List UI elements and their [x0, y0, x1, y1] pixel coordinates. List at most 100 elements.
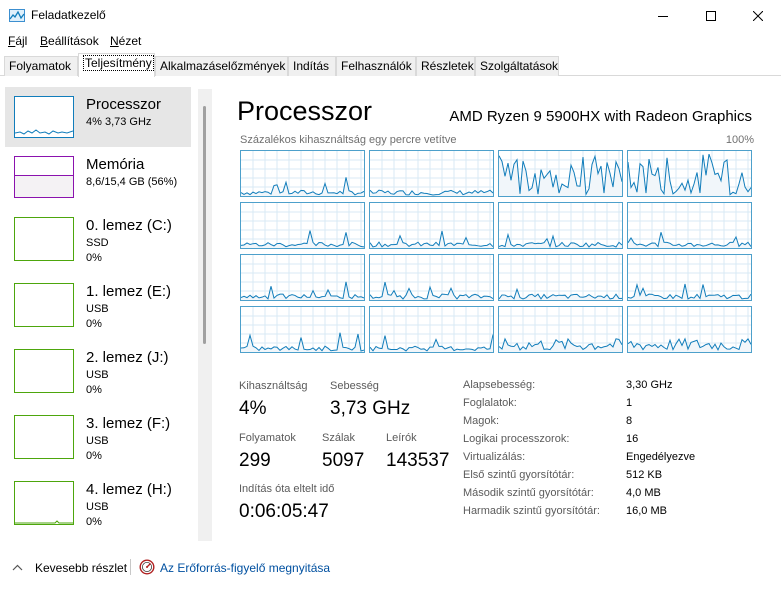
sidebar-disk0-sub2: 0%: [86, 252, 102, 264]
core-graph: [627, 306, 752, 353]
menu-view[interactable]: Nézet: [110, 34, 141, 48]
core-graph: [498, 254, 623, 301]
utilization-label: Kihasználtság: [239, 380, 308, 392]
sidebar-disk2-sub2: 0%: [86, 384, 102, 396]
spec-cores-key: Magok:: [463, 415, 500, 427]
sidebar-disk2-name: 2. lemez (J:): [86, 349, 169, 366]
menu-settings-accel: B: [40, 34, 49, 48]
sidebar-item-disk2[interactable]: 2. lemez (J:) USB 0%: [5, 349, 191, 407]
core-graph-plot: [499, 151, 622, 196]
disk2-thumbnail-graph: [14, 349, 74, 393]
sidebar-disk0-sub: SSD: [86, 237, 109, 249]
sidebar-disk3-name: 3. lemez (F:): [86, 415, 171, 432]
uptime-value: 0:06:05:47: [239, 501, 329, 522]
core-graph-plot: [628, 307, 751, 352]
fewer-details-button[interactable]: Kevesebb részlet: [35, 561, 127, 575]
tab-app-history-label: Alkalmazáselőzmények: [160, 59, 286, 73]
cpu-model-name: AMD Ryzen 9 5900HX with Radeon Graphics: [449, 108, 752, 125]
spec-l3-key: Harmadik szintű gyorsítótár:: [463, 505, 600, 517]
spec-sockets-value: 1: [626, 397, 633, 409]
spec-logical-value: 16: [626, 433, 639, 445]
core-graph-plot: [241, 307, 364, 352]
sidebar-disk2-sub: USB: [86, 369, 109, 381]
sidebar-memory-sub: 8,6/15,4 GB (56%): [86, 176, 178, 188]
open-resource-monitor-link[interactable]: Az Erőforrás-figyelő megnyitása: [160, 561, 330, 575]
core-graph-gridlines: [628, 203, 751, 248]
tab-users[interactable]: Felhasználók: [336, 56, 416, 76]
menu-file-rest: ájl: [15, 34, 28, 48]
sidebar-item-disk4[interactable]: 4. lemez (H:) USB 0%: [5, 481, 191, 537]
disk3-thumbnail-graph: [14, 415, 74, 459]
spec-l1-key: Első szintű gyorsítótár:: [463, 469, 575, 481]
core-graph-gridlines: [628, 255, 751, 300]
core-graph: [369, 202, 494, 249]
title-bar: Feladatkezelő: [0, 0, 781, 31]
processes-label: Folyamatok: [239, 432, 296, 444]
minimize-button[interactable]: [640, 0, 686, 31]
tab-users-label: Felhasználók: [341, 59, 412, 73]
tab-app-history[interactable]: Alkalmazáselőzmények: [155, 56, 288, 76]
sidebar-disk4-sub2: 0%: [86, 516, 102, 528]
sidebar-item-disk0[interactable]: 0. lemez (C:) SSD 0%: [5, 217, 191, 275]
sidebar-disk3-sub2: 0%: [86, 450, 102, 462]
sidebar-disk1-sub2: 0%: [86, 318, 102, 330]
handles-label: Leírók: [386, 432, 417, 444]
menu-bar: Fájl Beállítások Nézet: [0, 32, 781, 52]
spec-cores-value: 8: [626, 415, 633, 427]
sidebar-cpu-sub: 4% 3,73 GHz: [86, 116, 152, 128]
core-graph: [627, 150, 752, 197]
tab-startup-label: Indítás: [293, 59, 330, 73]
tab-details[interactable]: Részletek: [416, 56, 475, 76]
core-graph-plot: [241, 151, 364, 196]
sidebar-item-cpu[interactable]: Processzor 4% 3,73 GHz: [5, 87, 191, 147]
core-graph-plot: [628, 255, 751, 300]
sidebar-disk3-sub: USB: [86, 435, 109, 447]
disk1-thumbnail-graph: [14, 283, 74, 327]
menu-file[interactable]: Fájl: [8, 34, 27, 48]
tab-performance[interactable]: Teljesítmény: [78, 53, 155, 77]
maximize-button[interactable]: [688, 0, 734, 31]
sidebar-item-disk1[interactable]: 1. lemez (E:) USB 0%: [5, 283, 191, 341]
core-graph-plot: [241, 203, 364, 248]
resource-monitor-icon[interactable]: [139, 559, 155, 575]
tab-startup[interactable]: Indítás: [288, 56, 336, 76]
tab-performance-label: Teljesítmény: [83, 55, 154, 71]
handles-value: 143537: [386, 450, 450, 471]
core-graph-plot: [628, 203, 751, 248]
core-graph-plot: [628, 151, 751, 196]
spec-l2-value: 4,0 MB: [626, 487, 661, 499]
performance-panel: Processzor 4% 3,73 GHz Memória 8,6/15,4 …: [0, 77, 781, 543]
spec-base-speed-value: 3,30 GHz: [626, 379, 673, 391]
core-graph-plot: [499, 307, 622, 352]
processes-value: 299: [239, 450, 271, 471]
core-graph: [240, 306, 365, 353]
threads-label: Szálak: [322, 432, 356, 444]
tab-services[interactable]: Szolgáltatások: [475, 56, 559, 76]
resource-list: Processzor 4% 3,73 GHz Memória 8,6/15,4 …: [5, 87, 193, 537]
sidebar-disk4-sub: USB: [86, 501, 109, 513]
spec-l2-key: Második szintű gyorsítótár:: [463, 487, 594, 499]
sidebar-item-memory[interactable]: Memória 8,6/15,4 GB (56%): [5, 156, 191, 214]
sidebar-memory-name: Memória: [86, 156, 145, 173]
core-graph-gridlines: [370, 203, 493, 248]
menu-settings-rest: eállítások: [48, 34, 99, 48]
close-button[interactable]: [735, 0, 781, 31]
sidebar-disk4-name: 4. lemez (H:): [86, 481, 172, 498]
footer-bar: Kevesebb részlet Az Erőforrás-figyelő me…: [0, 547, 781, 593]
tab-processes[interactable]: Folyamatok: [4, 56, 78, 76]
core-graph-area: [499, 234, 622, 248]
sidebar-scroll-thumb[interactable]: [203, 106, 206, 344]
spec-l3-value: 16,0 MB: [626, 505, 667, 517]
sidebar-item-disk3[interactable]: 3. lemez (F:) USB 0%: [5, 415, 191, 473]
core-graph: [240, 150, 365, 197]
core-graph: [369, 150, 494, 197]
sidebar-scrollbar[interactable]: [198, 89, 212, 541]
core-graph-gridlines: [370, 151, 493, 196]
task-manager-icon: [9, 9, 25, 22]
menu-settings[interactable]: Beállítások: [40, 34, 99, 48]
core-graph: [498, 306, 623, 353]
sidebar-cpu-name: Processzor: [86, 96, 162, 113]
chevron-up-icon[interactable]: [12, 564, 23, 571]
window-title: Feladatkezelő: [31, 8, 106, 22]
cpu-thumbnail-graph: [14, 96, 74, 138]
